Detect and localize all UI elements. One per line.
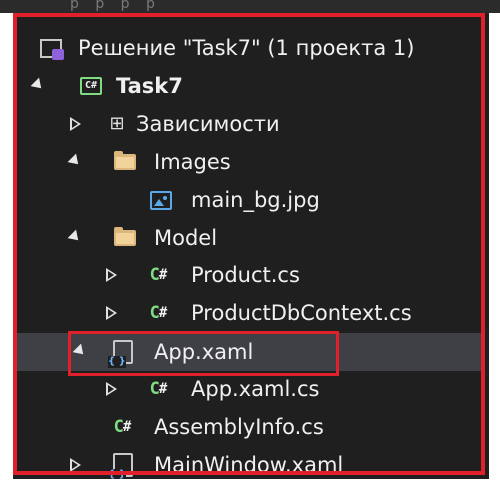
tree-item-productdbcontext-cs[interactable]: C # ProductDbContext.cs: [17, 294, 485, 332]
tree-item-assemblyinfo-cs[interactable]: C # AssemblyInfo.cs: [17, 408, 485, 446]
collapse-arrow-icon[interactable]: [67, 219, 83, 257]
tree-item-label: Зависимости: [136, 112, 280, 136]
expand-arrow-icon[interactable]: [67, 105, 83, 143]
collapse-arrow-icon[interactable]: [72, 333, 88, 371]
header-strip-text: р р р р: [70, 0, 161, 12]
solution-icon: [37, 29, 65, 67]
tree-item-label: App.xaml.cs: [191, 377, 320, 401]
folder-icon: [111, 143, 139, 181]
margin-right: [489, 13, 500, 488]
tree-item-images-folder[interactable]: Images: [17, 143, 485, 181]
tree-item-app-xaml[interactable]: App.xaml: [17, 333, 485, 371]
tree-item-product-cs[interactable]: C # Product.cs: [17, 256, 485, 294]
tree-item-label: ProductDbContext.cs: [191, 301, 412, 325]
tree-item-label: App.xaml: [154, 340, 254, 364]
csharp-file-icon: C #: [149, 379, 168, 399]
expand-arrow-icon[interactable]: [103, 256, 119, 294]
tree-item-app-xaml-cs[interactable]: C # App.xaml.cs: [17, 370, 485, 408]
image-file-icon: [147, 181, 175, 219]
tree-item-label: Model: [154, 226, 218, 250]
expand-arrow-icon[interactable]: [103, 370, 119, 408]
tree-item-dependencies[interactable]: ⊞ Зависимости: [17, 105, 485, 143]
tree-item-label: AssemblyInfo.cs: [154, 415, 324, 439]
panel-header-strip: р р р р: [0, 0, 500, 13]
margin-left: [0, 13, 13, 488]
dependencies-icon: ⊞: [109, 113, 125, 134]
tree-item-project[interactable]: C# Task7: [17, 67, 485, 105]
csharp-file-icon: C #: [113, 417, 132, 437]
folder-icon: [111, 219, 139, 257]
collapse-arrow-icon[interactable]: [67, 143, 83, 181]
tree-item-solution[interactable]: Решение "Task7" (1 проекта 1): [17, 29, 485, 67]
tree-item-model-folder[interactable]: Model: [17, 219, 485, 257]
tree-item-label: main_bg.jpg: [191, 188, 320, 212]
xaml-file-icon: [108, 333, 137, 371]
expand-arrow-icon[interactable]: [103, 294, 119, 332]
solution-explorer-panel: р р р р Решение "Task7" (1 проекта 1) C#…: [0, 0, 500, 488]
margin-bottom: [0, 479, 500, 488]
csharp-file-icon: C #: [149, 303, 168, 323]
tree-item-label: Task7: [116, 74, 183, 98]
collapse-arrow-icon[interactable]: [30, 67, 46, 105]
tree-item-main-bg[interactable]: main_bg.jpg: [17, 181, 485, 219]
csharp-project-icon: C#: [77, 67, 105, 105]
tree-item-label: Product.cs: [191, 263, 300, 287]
csharp-file-icon: C #: [149, 265, 168, 285]
tree-item-label: Решение "Task7" (1 проекта 1): [78, 36, 415, 60]
tree-item-label: Images: [154, 150, 231, 174]
